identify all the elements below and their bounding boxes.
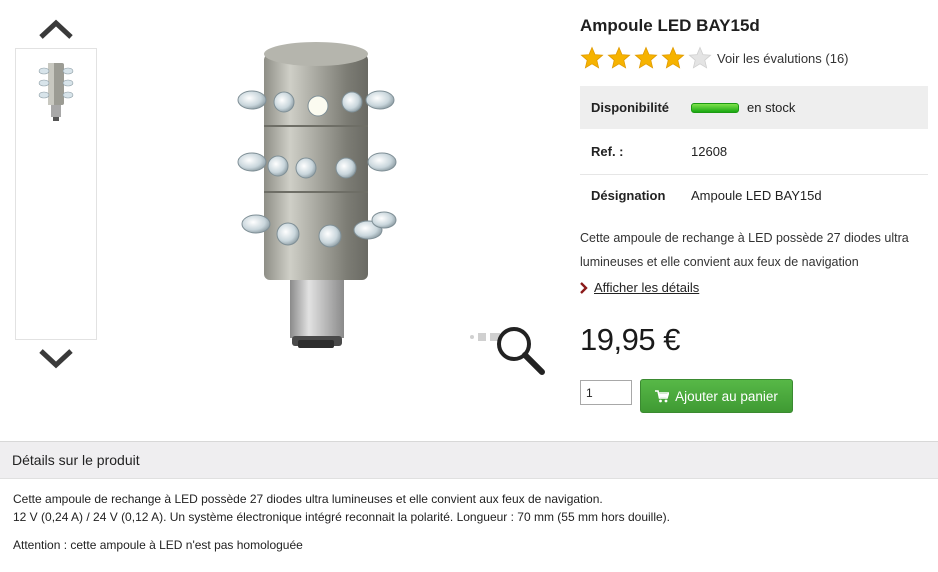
add-to-cart-button[interactable]: Ajouter au panier xyxy=(640,379,793,413)
details-line: Cette ampoule de rechange à LED possède … xyxy=(13,492,603,506)
info-value: Ampoule LED BAY15d xyxy=(691,187,822,203)
info-value: 12608 xyxy=(691,144,728,159)
product-info-table: Disponibilité en stock Ref. : 12608 Dési… xyxy=(580,86,928,216)
star-icon xyxy=(607,46,631,69)
show-details-link[interactable]: Afficher les détails xyxy=(579,280,699,295)
product-title: Ampoule LED BAY15d xyxy=(580,16,760,35)
info-key: Disponibilité xyxy=(591,100,669,115)
product-main-image[interactable] xyxy=(232,40,402,352)
quantity-input[interactable] xyxy=(580,380,632,405)
rating-stars xyxy=(580,46,712,70)
add-to-cart-label: Ajouter au panier xyxy=(675,388,778,404)
stock-status: en stock xyxy=(747,100,796,115)
star-icon xyxy=(634,46,658,69)
info-row-designation: Désignation Ampoule LED BAY15d xyxy=(580,174,928,216)
info-value: en stock xyxy=(680,86,928,129)
shopping-cart-icon xyxy=(655,389,670,402)
magnifier-icon[interactable] xyxy=(492,322,548,378)
thumbnail-frame xyxy=(15,48,97,340)
reviews-link[interactable]: Voir les évalutions (16) xyxy=(717,51,849,66)
star-empty-icon xyxy=(688,46,712,69)
info-key: Ref. : xyxy=(591,144,624,159)
chevron-down-icon[interactable] xyxy=(38,346,74,370)
details-line: 12 V (0,24 A) / 24 V (0,12 A). Un systèm… xyxy=(13,510,671,524)
details-warning: Attention : cette ampoule à LED n'est pa… xyxy=(13,538,303,552)
product-price: 19,95 € xyxy=(580,322,680,357)
chevron-up-icon[interactable] xyxy=(38,18,74,42)
details-section-body: Cette ampoule de rechange à LED possède … xyxy=(13,490,923,554)
thumbnail-gallery xyxy=(14,12,98,372)
stock-indicator xyxy=(691,102,739,113)
info-row-availability: Disponibilité en stock xyxy=(580,86,928,130)
info-key: Désignation xyxy=(591,187,666,203)
star-icon xyxy=(661,46,685,69)
info-row-ref: Ref. : 12608 xyxy=(580,130,928,174)
short-description: Cette ampoule de rechange à LED possède … xyxy=(580,231,909,269)
thumbnail-image[interactable] xyxy=(38,61,74,123)
star-icon xyxy=(580,46,604,69)
chevron-right-icon xyxy=(580,281,588,294)
details-section-header[interactable]: Détails sur le produit xyxy=(0,441,938,479)
show-details-label: Afficher les détails xyxy=(594,280,700,295)
